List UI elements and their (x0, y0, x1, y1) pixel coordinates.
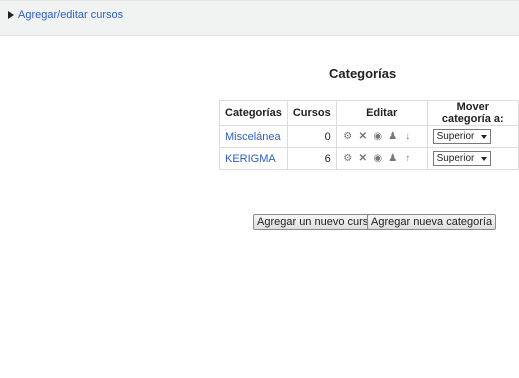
course-count: 6 (286, 147, 337, 170)
edit-actions: ⚙ ✕ ◉ ♟ ↑ (335, 147, 428, 170)
table-row: KERIGMA 6 ⚙ ✕ ◉ ♟ ↑ Superior (219, 147, 519, 170)
move-category-select[interactable]: Superior (432, 129, 491, 144)
move-category-cell: Superior (426, 125, 519, 148)
hide-icon[interactable]: ◉ (373, 131, 383, 142)
chevron-down-icon (480, 156, 487, 161)
arrow-down-icon[interactable]: ↓ (403, 131, 413, 142)
breadcrumb-link[interactable]: Agregar/editar cursos (18, 9, 123, 21)
assign-roles-icon[interactable]: ♟ (388, 131, 398, 142)
assign-roles-icon[interactable]: ♟ (388, 153, 398, 164)
add-category-button[interactable]: Agregar nueva categoría (367, 214, 497, 230)
column-header: Mover categoría a: (426, 100, 519, 126)
column-header: Categorías (219, 100, 288, 126)
move-category-select[interactable]: Superior (432, 151, 491, 166)
breadcrumb[interactable]: Agregar/editar cursos (8, 9, 123, 21)
move-category-cell: Superior (426, 147, 519, 170)
chevron-down-icon (480, 134, 487, 139)
edit-actions: ⚙ ✕ ◉ ♟ ↓ (335, 125, 428, 148)
course-count: 0 (286, 125, 337, 148)
settings-icon[interactable]: ⚙ (343, 153, 353, 164)
hide-icon[interactable]: ◉ (373, 153, 383, 164)
select-value: Superior (436, 153, 475, 164)
table-header-row: Categorías Cursos Editar Mover categoría… (219, 100, 519, 126)
add-course-button[interactable]: Agregar un nuevo curso (253, 214, 379, 230)
arrow-up-icon[interactable]: ↑ (403, 153, 413, 164)
column-header: Cursos (286, 100, 337, 126)
categories-table: Categorías Cursos Editar Mover categoría… (219, 100, 519, 170)
category-link[interactable]: KERIGMA (219, 147, 288, 170)
select-value: Superior (436, 131, 475, 142)
delete-icon[interactable]: ✕ (358, 153, 368, 164)
delete-icon[interactable]: ✕ (358, 131, 368, 142)
navbar: Agregar/editar cursos (0, 0, 519, 36)
column-header: Editar (335, 100, 428, 126)
settings-icon[interactable]: ⚙ (343, 131, 353, 142)
table-row: Miscelánea 0 ⚙ ✕ ◉ ♟ ↓ Superior (219, 125, 519, 148)
category-link[interactable]: Miscelánea (219, 125, 288, 148)
triangle-right-icon (8, 11, 14, 19)
page-title: Categorías (329, 66, 397, 81)
